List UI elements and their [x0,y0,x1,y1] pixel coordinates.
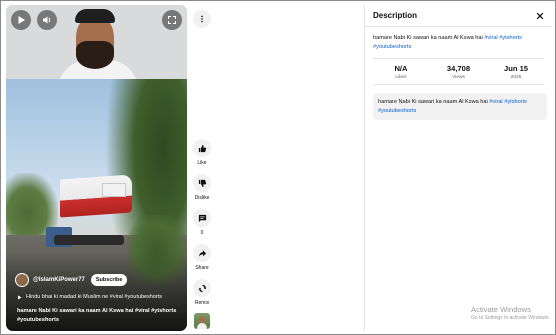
more-options-button[interactable] [193,10,211,28]
remix-action[interactable]: Remix [192,279,212,306]
comments-count: 0 [200,230,204,236]
comments-action[interactable]: 0 [192,209,212,236]
volume-button[interactable] [37,10,57,30]
description-box-hashtag[interactable]: #ytshorts [504,99,527,105]
description-hashtag[interactable]: #viral [484,35,497,41]
remix-icon [197,284,207,292]
stat-views: 34,708 Views [431,64,487,80]
activate-windows-watermark: Activate Windows Go to Settings to activ… [471,305,550,321]
remix-button[interactable] [193,279,211,297]
thumb-up-icon [198,144,206,152]
short-title: hamare Nabi Ki sawari ka naam Al Kswa ha… [17,307,185,324]
like-label: Like [197,160,207,166]
video-stats: N/A Likes 34,708 Views Jun 15 2025 [373,58,544,85]
webcam-person-cap [75,9,115,23]
stat-date-value: Jun 15 [503,64,529,73]
description-text: hamare Nabi Ki sawari ka naam Al Kswa ha… [365,27,552,51]
description-box-hashtag[interactable]: #viral [489,99,502,105]
remix-label: Remix [194,300,210,306]
description-panel-header: Description [365,5,552,27]
fullscreen-button[interactable] [162,10,182,30]
description-panel: Description hamare Nabi Ki sawari ka naa… [364,5,552,331]
description-panel-title: Description [373,11,418,20]
music-label: Hindu bhai ki madad ki Muslim ne #viral … [26,294,163,300]
stat-date-year: 2025 [510,75,522,80]
stat-likes-label: Likes [395,75,407,80]
short-hashtag[interactable]: #viral [135,308,150,314]
music-row[interactable]: Hindu bhai ki madad ki Muslim ne #viral … [17,294,162,300]
comments-button[interactable] [193,209,211,227]
share-label: Share [195,265,209,271]
short-hashtag[interactable]: #ytshorts [151,308,176,314]
description-hashtag[interactable]: #ytshorts [499,35,522,41]
webcam-overlay [6,5,187,79]
thumb-down-icon [198,179,206,187]
share-action[interactable]: Share [192,244,212,271]
like-action[interactable]: Like [192,139,212,166]
webcam-person-beard [76,41,114,69]
play-button[interactable] [11,10,31,30]
description-box-hashtag[interactable]: #youtubeshorts [378,108,416,114]
volume-icon [43,16,51,24]
stat-likes-value: N/A [394,64,408,73]
close-description-button[interactable] [534,10,546,22]
video-scene-trailer [54,235,124,245]
short-channel-row: @IslamKiPower77 Subscribe [15,273,128,287]
dislike-button[interactable] [193,174,211,192]
stat-date: Jun 15 2025 [488,64,544,80]
channel-thumbnail-body [197,323,207,329]
close-icon [536,12,544,19]
stat-views-value: 34,708 [446,64,471,73]
music-play-icon [18,295,22,299]
dislike-label: Dislike [194,195,210,201]
stat-views-label: Views [452,75,465,80]
activate-windows-subtitle: Go to Settings to activate Windows. [471,315,550,321]
dislike-action[interactable]: Dislike [192,174,212,201]
subscribe-button[interactable]: Subscribe [90,274,128,286]
description-box-text: hamare Nabi Ki sawari ka naam Al Kswa ha… [378,99,488,105]
channel-handle[interactable]: @IslamKiPower77 [33,277,85,283]
comment-icon [198,214,206,222]
play-icon [18,16,25,24]
short-title-text: hamare Nabi Ki sawari ka naam Al Kswa ha… [17,308,134,314]
share-button[interactable] [193,244,211,262]
like-button[interactable] [193,139,211,157]
activate-windows-title: Activate Windows [471,305,531,314]
share-icon [198,249,206,257]
channel-avatar[interactable] [15,273,29,287]
stat-likes: N/A Likes [373,64,429,80]
video-scene-boat-cabin [102,183,126,197]
description-hashtag[interactable]: #youtubeshorts [373,44,411,50]
short-hashtag[interactable]: #youtubeshorts [17,317,59,323]
description-body: hamare Nabi Ki sawari ka naam Al Kswa ha… [373,35,483,41]
description-box[interactable]: hamare Nabi Ki sawari ka naam Al Kswa ha… [373,93,547,120]
more-vert-icon [201,15,203,23]
channel-thumbnail[interactable] [194,313,210,329]
fullscreen-icon [168,16,176,24]
